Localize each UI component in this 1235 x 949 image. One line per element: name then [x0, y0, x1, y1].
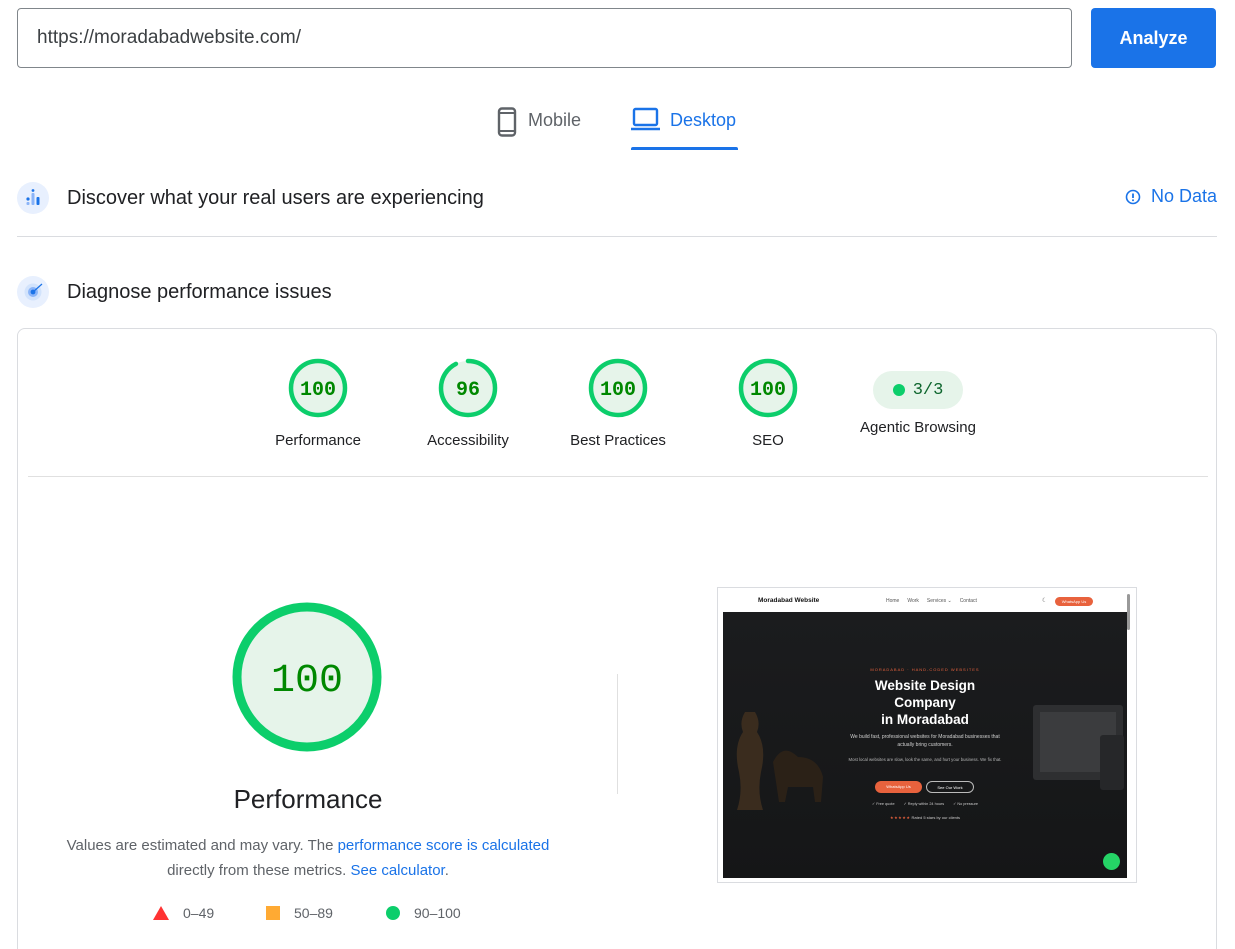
- smartphone-icon: [497, 107, 517, 137]
- lab-data-header: Diagnose performance issues: [17, 272, 1217, 312]
- star-icons: ★★★★★: [889, 815, 911, 820]
- no-data-link[interactable]: No Data: [1125, 186, 1217, 207]
- gauge-accessibility[interactable]: 96 Accessibility: [393, 357, 543, 449]
- circle-icon: [386, 906, 400, 920]
- legend-range: 50–89: [294, 905, 333, 921]
- theme-toggle-icon: ☾: [1042, 598, 1048, 604]
- gauge-label: Accessibility: [427, 432, 509, 449]
- tab-desktop-label: Desktop: [670, 110, 737, 130]
- vertical-divider: [617, 674, 618, 794]
- gauge-ring: 96: [438, 358, 498, 418]
- url-input[interactable]: [17, 8, 1072, 68]
- gauge-score: 100: [750, 379, 786, 402]
- performance-big-gauge: 100: [232, 602, 382, 752]
- score-legend: 0–49 50–89 90–100: [153, 905, 483, 929]
- explain-prefix: Values are estimated and may vary. The: [66, 837, 338, 854]
- explain-middle: directly from these metrics.: [167, 862, 351, 879]
- square-icon: [266, 906, 280, 920]
- performance-title: Performance: [233, 784, 383, 814]
- gauge-label: SEO: [752, 432, 784, 449]
- tab-selected-indicator: [631, 147, 738, 150]
- score-gauges: 100 Performance 96 Accessibility 100 Bes…: [18, 357, 1218, 457]
- gauge-best-practices[interactable]: 100 Best Practices: [543, 357, 693, 449]
- pass-dot-icon: [892, 384, 905, 396]
- final-screenshot[interactable]: Moradabad Website Home Work Services ⌄ C…: [717, 587, 1137, 883]
- laptop-icon: [631, 107, 660, 131]
- performance-explanation: Values are estimated and may vary. The p…: [58, 833, 558, 883]
- section-divider: [17, 236, 1217, 237]
- thumb-hero-kicker: MORADABAD · HAND-CODED WEBSITES: [870, 667, 980, 672]
- gauge-ring: 100: [288, 358, 348, 418]
- lab-data-title: Diagnose performance issues: [67, 280, 332, 303]
- legend-pass: 90–100: [386, 905, 461, 921]
- thumb-hero-title: Website Design Company in Moradabad: [723, 677, 1127, 728]
- thumb-hero-title-line: Website Design: [874, 678, 976, 693]
- thumb-rating-text: Rated 5 stars by our clients: [911, 815, 961, 820]
- field-data-title: Discover what your real users are experi…: [67, 186, 484, 209]
- score-calculated-link[interactable]: performance score is calculated: [338, 837, 550, 854]
- lighthouse-icon: [17, 276, 49, 308]
- thumb-check-item: ✓ Reply within 24 hours: [903, 802, 945, 806]
- info-icon: [1125, 189, 1141, 204]
- thumb-nav-link: Contact: [959, 598, 977, 604]
- thumb-check-item: ✓ No pressure: [953, 802, 979, 806]
- no-data-label: No Data: [1150, 186, 1217, 206]
- performance-big-score: 100: [271, 659, 343, 704]
- analyze-button[interactable]: Analyze: [1091, 8, 1216, 68]
- gauge-ring: 100: [588, 358, 648, 418]
- lighthouse-report: 100 Performance 96 Accessibility 100 Bes…: [17, 328, 1217, 949]
- legend-range: 0–49: [183, 905, 215, 921]
- tab-desktop[interactable]: Desktop: [631, 98, 736, 152]
- see-calculator-link[interactable]: See calculator: [350, 862, 444, 879]
- field-data-header: Discover what your real users are experi…: [17, 178, 1217, 218]
- thumb-nav-link: Home: [886, 598, 900, 604]
- gauge-seo[interactable]: 100 SEO: [693, 357, 843, 449]
- gauge-score: 100: [300, 379, 336, 402]
- gauge-ring: 100: [738, 358, 798, 418]
- thumb-hero-subtitle: We build fast, professional websites for…: [850, 734, 1000, 748]
- gauge-score: 96: [456, 379, 480, 402]
- thumb-hero: MORADABAD · HAND-CODED WEBSITES Website …: [723, 612, 1127, 878]
- thumb-brand: Moradabad Website: [758, 597, 820, 604]
- thumb-nav-cta: WhatsApp Us: [1055, 597, 1093, 606]
- thumb-hero-rating: ★★★★★ Rated 5 stars by our clients: [723, 815, 1127, 820]
- thumb-hero-title-line: Company: [894, 695, 956, 710]
- thumb-hero-text: Most local websites are slow, look the s…: [848, 757, 1002, 762]
- thumb-check-item: ✓ Free quote: [871, 802, 895, 806]
- gauge-score: 100: [600, 379, 636, 402]
- explain-suffix: .: [444, 862, 449, 879]
- thumb-navbar: Moradabad Website Home Work Services ⌄ C…: [718, 588, 1136, 612]
- triangle-icon: [153, 906, 169, 920]
- legend-average: 50–89: [266, 905, 333, 921]
- legend-range: 90–100: [414, 905, 461, 921]
- crux-chart-icon: [17, 182, 49, 214]
- thumb-hero-checks: ✓ Free quote ✓ Reply within 24 hours ✓ N…: [723, 801, 1127, 806]
- gauge-label: Best Practices: [570, 432, 666, 449]
- legend-fail: 0–49: [153, 905, 214, 921]
- thumb-whatsapp-button: WhatsApp Us: [875, 781, 922, 793]
- tab-mobile-label: Mobile: [528, 110, 582, 130]
- agentic-value: 3/3: [912, 380, 944, 400]
- thumb-hero-title-line: in Moradabad: [881, 712, 969, 727]
- thumb-nav-link: Work: [907, 598, 919, 604]
- thumb-work-button: See Our Work: [926, 781, 974, 793]
- report-divider: [28, 476, 1208, 477]
- thumb-nav-link: Services ⌄: [926, 598, 952, 604]
- gauge-agentic-browsing[interactable]: 3/3 Agentic Browsing: [843, 357, 993, 436]
- device-tabs: Mobile Desktop: [0, 98, 1235, 152]
- agentic-pill: 3/3: [873, 371, 963, 409]
- thumb-scrollbar: [1127, 594, 1130, 630]
- tab-mobile[interactable]: Mobile: [496, 98, 581, 152]
- thumb-nav-links: Home Work Services ⌄ Contact: [886, 598, 977, 604]
- gauge-performance[interactable]: 100 Performance: [243, 357, 393, 449]
- gauge-label: Performance: [275, 432, 361, 449]
- whatsapp-icon: [1103, 853, 1120, 870]
- gauge-label: Agentic Browsing: [860, 419, 976, 436]
